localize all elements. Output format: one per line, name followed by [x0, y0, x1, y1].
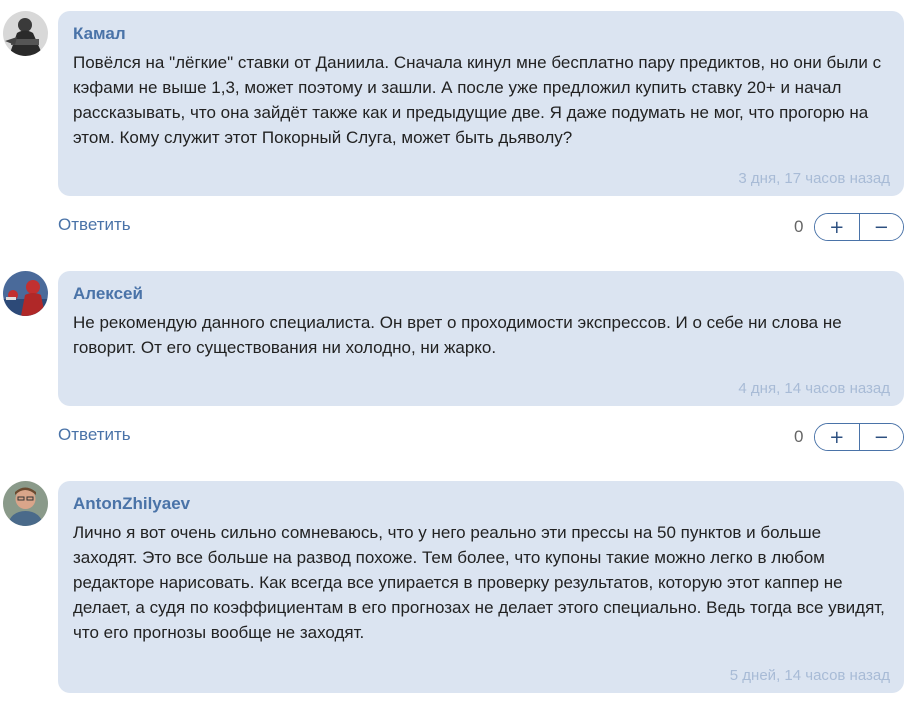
- upvote-button[interactable]: +: [815, 424, 859, 450]
- comment-text: Не рекомендую данного специалиста. Он вр…: [73, 313, 842, 357]
- user-photo-icon: [3, 481, 48, 526]
- comment-bubble: AntonZhilyaev Лично я вот очень сильно с…: [58, 481, 904, 693]
- comment-timestamp: 5 дней, 14 часов назад: [729, 667, 890, 684]
- comment-timestamp: 3 дня, 17 часов назад: [738, 170, 890, 187]
- comment-author[interactable]: Алексей: [73, 284, 888, 304]
- comment-author[interactable]: Камал: [73, 24, 888, 44]
- comment-text: Повёлся на "лёгкие" ставки от Даниила. С…: [73, 53, 882, 147]
- reply-link[interactable]: Ответить: [58, 215, 131, 235]
- downvote-button[interactable]: −: [858, 424, 903, 450]
- vote-controls: 0 + −: [794, 422, 904, 452]
- avatar[interactable]: [3, 271, 48, 316]
- downvote-button[interactable]: −: [858, 214, 903, 240]
- vote-score: 0: [794, 217, 804, 236]
- comment-timestamp: 4 дня, 14 часов назад: [738, 380, 890, 397]
- comment-bubble: Камал Повёлся на "лёгкие" ставки от Дани…: [58, 11, 904, 196]
- vote-button-group: + −: [814, 423, 904, 451]
- comment-author[interactable]: AntonZhilyaev: [73, 494, 888, 514]
- user-photo-icon: [3, 11, 48, 56]
- comment-text: Лично я вот очень сильно сомневаюсь, что…: [73, 523, 885, 642]
- vote-controls: 0 + −: [794, 212, 904, 242]
- user-photo-icon: [3, 271, 48, 316]
- vote-button-group: + −: [814, 213, 904, 241]
- avatar[interactable]: [3, 11, 48, 56]
- reply-link[interactable]: Ответить: [58, 425, 131, 445]
- upvote-button[interactable]: +: [815, 214, 859, 240]
- avatar[interactable]: [3, 481, 48, 526]
- comment-bubble: Алексей Не рекомендую данного специалист…: [58, 271, 904, 406]
- vote-score: 0: [794, 427, 804, 446]
